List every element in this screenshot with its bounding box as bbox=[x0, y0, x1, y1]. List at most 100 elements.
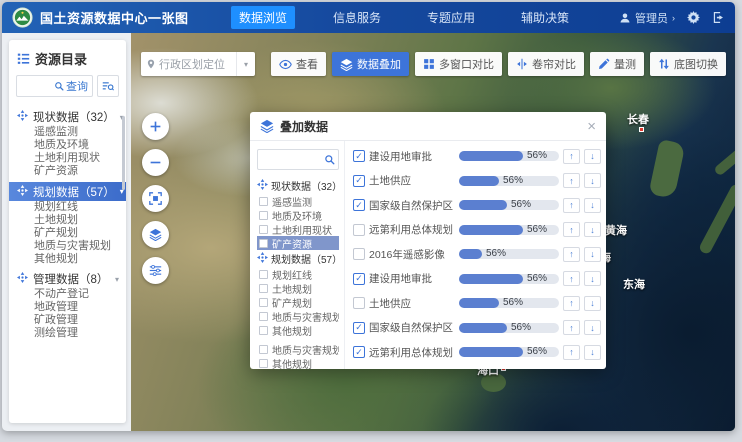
chevron-down-icon[interactable]: ▾ bbox=[236, 52, 255, 76]
sidebar-item-2-5[interactable]: 其他规划 bbox=[9, 253, 126, 266]
move-layer-down-button[interactable]: ↓ bbox=[584, 296, 601, 311]
layer-checkbox[interactable] bbox=[353, 224, 365, 236]
sidebar-item-1-1[interactable]: 遥感监测 bbox=[9, 126, 126, 139]
gear-icon[interactable] bbox=[687, 11, 700, 24]
sidebar-item-2-4[interactable]: 地质与灾害规划 bbox=[9, 240, 126, 253]
tool-button-5[interactable]: 量测 bbox=[590, 52, 644, 76]
checkbox[interactable] bbox=[259, 326, 268, 335]
layer-checkbox[interactable]: ✓ bbox=[353, 150, 365, 162]
move-layer-down-button[interactable]: ↓ bbox=[584, 271, 601, 286]
checkbox[interactable] bbox=[259, 345, 268, 354]
move-layer-up-button[interactable]: ↑ bbox=[563, 296, 580, 311]
tool-button-2[interactable]: 数据叠加 bbox=[332, 52, 409, 76]
move-layer-up-button[interactable]: ↑ bbox=[563, 173, 580, 188]
tool-button-6[interactable]: 底图切换 bbox=[650, 52, 726, 76]
checkbox[interactable] bbox=[259, 298, 268, 307]
locate-dropdown[interactable]: 行政区划定位 ▾ bbox=[141, 52, 255, 76]
opacity-slider[interactable]: 56% bbox=[459, 274, 559, 284]
dialog-tree-item-1-2[interactable]: 地质及环境 bbox=[257, 208, 339, 222]
advanced-search-button[interactable] bbox=[97, 75, 119, 97]
sidebar-item-1-2[interactable]: 地质及环境 bbox=[9, 139, 126, 152]
opacity-slider[interactable]: 56% bbox=[459, 298, 559, 308]
checkbox[interactable] bbox=[259, 270, 268, 279]
sidebar-item-2-2[interactable]: 土地规划 bbox=[9, 214, 126, 227]
dialog-group-2[interactable]: 规划数据（57）▾ bbox=[257, 250, 339, 267]
opacity-slider[interactable]: 56% bbox=[459, 200, 559, 210]
map-control-zoom-out-button[interactable] bbox=[142, 149, 169, 176]
move-layer-down-button[interactable]: ↓ bbox=[584, 320, 601, 335]
move-layer-down-button[interactable]: ↓ bbox=[584, 198, 601, 213]
checkbox[interactable] bbox=[259, 211, 268, 220]
opacity-slider[interactable]: 56% bbox=[459, 225, 559, 235]
opacity-slider[interactable]: 56% bbox=[459, 249, 559, 259]
dialog-tree-item-2-4[interactable]: 地质与灾害规划 bbox=[257, 309, 339, 323]
nav-item-1[interactable]: 数据浏览 bbox=[231, 6, 295, 29]
user-menu[interactable]: 管理员 › bbox=[619, 10, 675, 26]
sidebar-search-button[interactable]: 查询 bbox=[54, 78, 88, 94]
sidebar-search-input[interactable] bbox=[21, 79, 54, 93]
layer-checkbox[interactable] bbox=[353, 297, 365, 309]
dialog-tree-item-2-3[interactable]: 矿产规划 bbox=[257, 295, 339, 309]
dialog-search-input[interactable] bbox=[261, 153, 324, 166]
sidebar-item-1-4[interactable]: 矿产资源 bbox=[9, 165, 126, 178]
layer-checkbox[interactable]: ✓ bbox=[353, 175, 365, 187]
move-layer-up-button[interactable]: ↑ bbox=[563, 271, 580, 286]
opacity-slider[interactable]: 56% bbox=[459, 347, 559, 357]
map-control-zoom-in-button[interactable] bbox=[142, 113, 169, 140]
dialog-tree-item-2-2[interactable]: 土地规划 bbox=[257, 281, 339, 295]
layer-checkbox[interactable] bbox=[353, 248, 365, 260]
sidebar-item-2-1[interactable]: 规划红线 bbox=[9, 201, 126, 214]
sidebar-item-1-3[interactable]: 土地利用现状 bbox=[9, 152, 126, 165]
sidebar-group-2[interactable]: 规划数据（57）▾ bbox=[9, 182, 126, 201]
dialog-tree-item-1-3[interactable]: 土地利用现状 bbox=[257, 222, 339, 236]
sidebar-item-3-3[interactable]: 矿政管理 bbox=[9, 314, 126, 327]
move-layer-down-button[interactable]: ↓ bbox=[584, 247, 601, 262]
move-layer-down-button[interactable]: ↓ bbox=[584, 173, 601, 188]
close-icon[interactable]: × bbox=[587, 119, 596, 134]
move-layer-up-button[interactable]: ↑ bbox=[563, 345, 580, 360]
move-layer-down-button[interactable]: ↓ bbox=[584, 222, 601, 237]
layer-checkbox[interactable]: ✓ bbox=[353, 273, 365, 285]
layer-checkbox[interactable]: ✓ bbox=[353, 346, 365, 358]
sidebar-group-1[interactable]: 现状数据（32）▾ bbox=[9, 108, 126, 126]
sidebar-item-3-4[interactable]: 测绘管理 bbox=[9, 327, 126, 340]
map-canvas[interactable]: 长春黄海上海东海海口 行政区划定位 ▾ 查看数据叠加多窗口对比卷帘对比量测底图切… bbox=[131, 33, 735, 431]
checkbox[interactable] bbox=[259, 312, 268, 321]
layer-checkbox[interactable]: ✓ bbox=[353, 199, 365, 211]
move-layer-up-button[interactable]: ↑ bbox=[563, 320, 580, 335]
checkbox[interactable] bbox=[259, 197, 268, 206]
move-layer-up-button[interactable]: ↑ bbox=[563, 222, 580, 237]
map-control-extent-button[interactable] bbox=[142, 185, 169, 212]
move-layer-up-button[interactable]: ↑ bbox=[563, 198, 580, 213]
sidebar-item-2-3[interactable]: 矿产规划 bbox=[9, 227, 126, 240]
tool-button-3[interactable]: 多窗口对比 bbox=[415, 52, 502, 76]
move-layer-down-button[interactable]: ↓ bbox=[584, 149, 601, 164]
dialog-tree-item-2-1[interactable]: 规划红线 bbox=[257, 267, 339, 281]
search-icon[interactable] bbox=[324, 154, 335, 165]
sidebar-scrollbar[interactable] bbox=[122, 116, 125, 190]
checkbox[interactable] bbox=[259, 239, 268, 248]
move-layer-up-button[interactable]: ↑ bbox=[563, 149, 580, 164]
tool-button-4[interactable]: 卷帘对比 bbox=[508, 52, 584, 76]
dialog-header[interactable]: 叠加数据 × bbox=[250, 112, 606, 141]
sidebar-group-3[interactable]: 管理数据（8）▾ bbox=[9, 270, 126, 288]
opacity-slider[interactable]: 56% bbox=[459, 151, 559, 161]
dialog-tree-item-2-7[interactable]: 其他规划 bbox=[257, 356, 339, 369]
move-layer-down-button[interactable]: ↓ bbox=[584, 345, 601, 360]
opacity-slider[interactable]: 56% bbox=[459, 323, 559, 333]
dialog-tree-item-1-1[interactable]: 遥感监测 bbox=[257, 194, 339, 208]
logout-icon[interactable] bbox=[712, 11, 725, 24]
sidebar-item-3-1[interactable]: 不动产登记 bbox=[9, 288, 126, 301]
checkbox[interactable] bbox=[259, 284, 268, 293]
layer-checkbox[interactable]: ✓ bbox=[353, 322, 365, 334]
dialog-group-1[interactable]: 现状数据（32）▾ bbox=[257, 177, 339, 194]
map-control-legend-button[interactable] bbox=[142, 257, 169, 284]
chevron-down-icon[interactable]: ▾ bbox=[115, 275, 119, 284]
dialog-tree-item-1-4[interactable]: 矿产资源 bbox=[257, 236, 339, 250]
move-layer-up-button[interactable]: ↑ bbox=[563, 247, 580, 262]
nav-item-4[interactable]: 辅助决策 bbox=[513, 6, 577, 29]
tool-button-1[interactable]: 查看 bbox=[271, 52, 326, 76]
nav-item-2[interactable]: 信息服务 bbox=[325, 6, 389, 29]
opacity-slider[interactable]: 56% bbox=[459, 176, 559, 186]
dialog-tree-item-2-6[interactable]: 地质与灾害规划 bbox=[257, 342, 339, 356]
